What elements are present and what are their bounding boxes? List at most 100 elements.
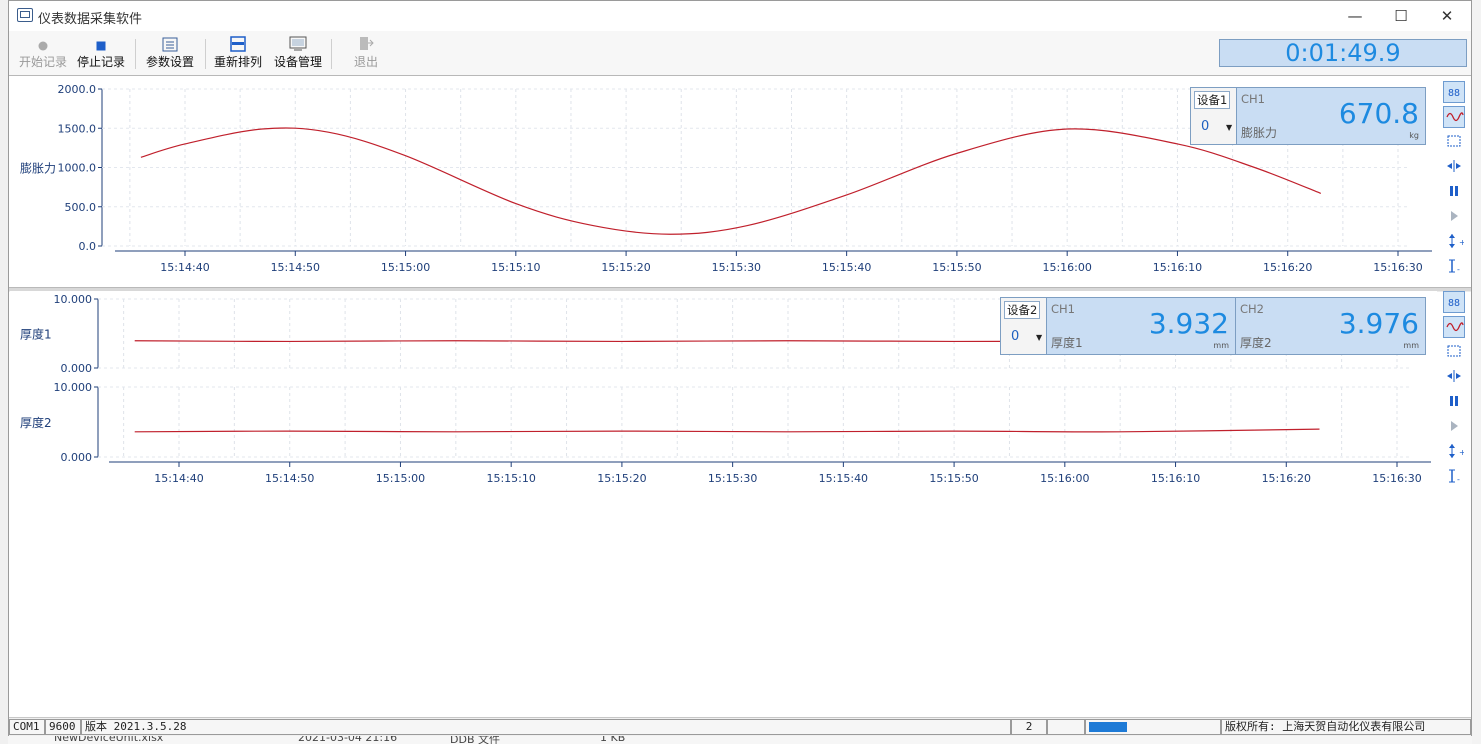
app-window: 仪表数据采集软件 — ☐ ✕ 开始记录 停止记录 参数设置 重新排列 设备管理: [8, 0, 1472, 737]
y-tick-label: 0.000: [61, 362, 93, 375]
device1-name[interactable]: 设备1: [1194, 91, 1231, 109]
device2-name[interactable]: 设备2: [1004, 301, 1041, 319]
play-icon[interactable]: [1443, 416, 1465, 438]
pause-icon[interactable]: [1443, 181, 1465, 203]
x-tick-label: 15:15:40: [819, 472, 868, 485]
y-tick-label: 0.000: [61, 451, 93, 464]
zoom-horizontal-icon[interactable]: [1443, 366, 1465, 388]
x-tick-label: 15:15:20: [601, 261, 650, 274]
y-scale-icon[interactable]: -: [1443, 256, 1465, 278]
status-progress: [1085, 719, 1221, 735]
toolbar-separator: [135, 39, 136, 69]
y-axis-label: 厚度1: [20, 327, 52, 342]
panel1-toolbox: 88 + -: [1439, 79, 1469, 284]
status-port: COM1: [9, 719, 45, 735]
pause-icon[interactable]: [1443, 391, 1465, 413]
behind-file-name: NewDeviceUnit.xlsx: [54, 736, 164, 744]
thermometer-icon[interactable]: 0: [1201, 119, 1209, 134]
app-window-icon: [17, 8, 33, 22]
y-tick-label: 10.000: [54, 381, 93, 394]
y-axis-label: 厚度2: [20, 415, 52, 430]
y-tick-label: 500.0: [65, 201, 97, 214]
device2-tab: 设备2 0 ▼: [1001, 298, 1047, 354]
channel-id: CH1: [1241, 92, 1265, 106]
x-tick-label: 15:16:10: [1153, 261, 1202, 274]
x-tick-label: 15:15:30: [712, 261, 761, 274]
x-tick-label: 15:16:10: [1151, 472, 1200, 485]
x-tick-label: 15:15:40: [822, 261, 871, 274]
y-scale-icon[interactable]: -: [1443, 466, 1465, 488]
x-tick-label: 15:16:30: [1372, 472, 1421, 485]
y-tick-label: 2000.0: [58, 83, 97, 96]
status-baud: 9600: [45, 719, 81, 735]
waveform-icon[interactable]: [1443, 106, 1465, 128]
start-record-button[interactable]: 开始记录: [17, 33, 69, 73]
rearrange-button[interactable]: 重新排列: [211, 33, 265, 73]
maximize-button[interactable]: ☐: [1378, 1, 1424, 31]
y-tick-label: 1000.0: [58, 162, 97, 175]
exit-button[interactable]: 退出: [341, 33, 391, 73]
svg-text:+: +: [1459, 448, 1464, 457]
chevron-down-icon[interactable]: ▼: [1226, 123, 1232, 132]
x-tick-label: 15:15:10: [486, 472, 535, 485]
device-mgmt-button[interactable]: 设备管理: [271, 33, 325, 73]
device1-ch1-cell: CH1 670.8 膨胀力 kg: [1237, 88, 1425, 144]
channel-value: 3.976: [1338, 307, 1419, 340]
x-tick-label: 15:15:20: [597, 472, 646, 485]
device-monitor-icon: [271, 33, 325, 51]
series-line: [134, 428, 1320, 433]
behind-file-type: DDB 文件: [450, 736, 500, 744]
device1-readout: 设备1 0 ▼ CH1 670.8 膨胀力 kg: [1190, 87, 1426, 145]
zoom-vertical-icon[interactable]: +: [1443, 231, 1466, 253]
select-box-icon[interactable]: [1443, 131, 1465, 153]
x-tick-label: 15:15:00: [381, 261, 430, 274]
x-tick-label: 15:16:00: [1042, 261, 1091, 274]
channel-label: 厚度2: [1240, 336, 1272, 350]
behind-file-date: 2021-03-04 21:16: [298, 736, 398, 744]
x-tick-label: 15:15:50: [932, 261, 981, 274]
svg-text:88: 88: [1448, 88, 1460, 99]
status-copyright: 版权所有: 上海天贺自动化仪表有限公司: [1221, 719, 1471, 735]
x-tick-label: 15:16:00: [1040, 472, 1089, 485]
background-file-list: NewDeviceUnit.xlsx 2021-03-04 21:16 DDB …: [8, 736, 1472, 744]
status-version: 版本 2021.3.5.28: [81, 719, 1011, 735]
status-bar: COM1 9600 版本 2021.3.5.28 2 版权所有: 上海天贺自动化…: [9, 717, 1471, 737]
channel-unit: mm: [1403, 341, 1419, 350]
stop-record-button[interactable]: 停止记录: [75, 33, 127, 73]
record-dot-icon: [17, 33, 69, 51]
chevron-down-icon[interactable]: ▼: [1036, 333, 1042, 342]
x-tick-label: 15:14:50: [265, 472, 314, 485]
y-tick-label: 0.0: [79, 240, 97, 253]
select-box-icon[interactable]: [1443, 341, 1465, 363]
device2-ch1-cell: CH1 3.932 厚度1 mm: [1047, 298, 1236, 354]
channel-unit: kg: [1409, 131, 1419, 140]
params-list-icon: [143, 33, 197, 52]
behind-file-size: 1 KB: [600, 736, 626, 744]
minimize-button[interactable]: —: [1332, 1, 1378, 31]
channel-unit: mm: [1213, 341, 1229, 350]
x-tick-label: 15:15:00: [376, 472, 425, 485]
svg-text:-: -: [1457, 475, 1460, 484]
digital-display-icon[interactable]: 88: [1443, 291, 1465, 313]
exit-door-icon: [341, 33, 391, 51]
y-axis-label: 膨胀力: [20, 162, 56, 176]
play-icon[interactable]: [1443, 206, 1465, 228]
x-tick-label: 15:16:20: [1263, 261, 1312, 274]
close-button[interactable]: ✕: [1424, 1, 1470, 31]
channel-label: 膨胀力: [1241, 126, 1278, 140]
waveform-icon[interactable]: [1443, 316, 1465, 338]
digital-display-icon[interactable]: 88: [1443, 81, 1465, 103]
rearrange-icon: [211, 33, 265, 52]
svg-text:+: +: [1459, 238, 1464, 247]
x-tick-label: 15:15:30: [708, 472, 757, 485]
zoom-horizontal-icon[interactable]: [1443, 156, 1465, 178]
toolbar: 开始记录 停止记录 参数设置 重新排列 设备管理 退出 0:01:49.9: [9, 31, 1471, 76]
params-button[interactable]: 参数设置: [143, 33, 197, 73]
x-tick-label: 15:15:10: [491, 261, 540, 274]
thermometer-icon[interactable]: 0: [1011, 329, 1019, 344]
toolbar-separator: [205, 39, 206, 69]
svg-text:88: 88: [1448, 298, 1460, 309]
series-line: [140, 127, 1322, 235]
zoom-vertical-icon[interactable]: +: [1443, 441, 1466, 463]
title-bar: 仪表数据采集软件 — ☐ ✕: [9, 1, 1471, 31]
